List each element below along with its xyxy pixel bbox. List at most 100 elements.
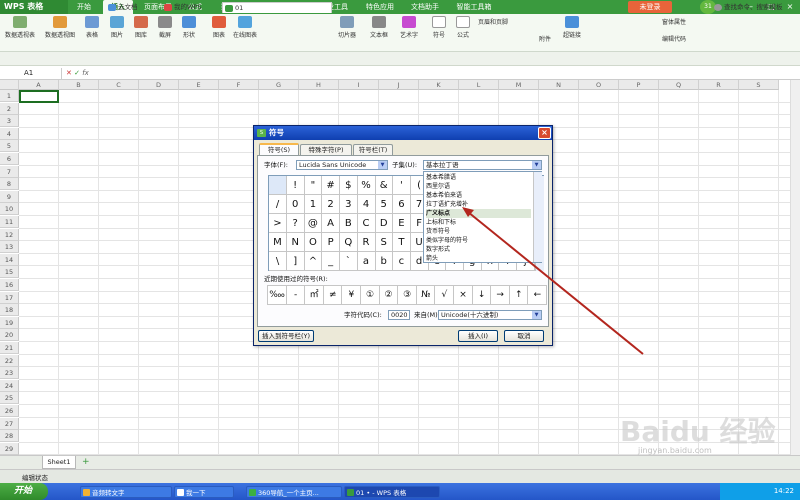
edit-code-button[interactable]: 编辑代码 xyxy=(656,34,692,46)
sheet-tab[interactable]: Sheet1 xyxy=(42,456,76,469)
tab-doc-assistant[interactable]: 文档助手 xyxy=(405,0,445,14)
dropdown-scrollbar[interactable] xyxy=(533,172,542,262)
column-header[interactable]: H xyxy=(299,80,339,90)
tab-features[interactable]: 特色应用 xyxy=(360,0,400,14)
chart-button[interactable]: 图表 xyxy=(208,16,230,48)
row-header[interactable]: 6 xyxy=(0,153,19,165)
subset-option[interactable]: 上标和下标 xyxy=(426,218,531,227)
symbol-cell[interactable]: c xyxy=(392,252,411,271)
app-menu-button[interactable]: WPS 表格 xyxy=(0,0,68,14)
symbol-cell[interactable]: / xyxy=(269,195,287,214)
char-code-input[interactable]: 0020 xyxy=(388,310,410,320)
pivot-table-button[interactable]: 数据透视表 xyxy=(2,16,38,48)
row-header[interactable]: 28 xyxy=(0,430,19,443)
recent-symbol-cell[interactable]: √ xyxy=(434,285,455,305)
row-header[interactable]: 15 xyxy=(0,266,19,279)
slicer-button[interactable]: 切片器 xyxy=(334,16,360,48)
row-header[interactable]: 12 xyxy=(0,228,19,241)
column-header[interactable]: O xyxy=(579,80,619,90)
column-header[interactable]: K xyxy=(419,80,459,90)
symbol-cell[interactable]: 6 xyxy=(392,195,411,214)
symbol-cell[interactable]: 1 xyxy=(304,195,323,214)
tab-symbol-bar[interactable]: 符号栏(T) xyxy=(353,144,393,155)
font-select[interactable]: Lucida Sans Unicode ▼ xyxy=(296,160,388,170)
symbol-cell[interactable]: \ xyxy=(269,252,287,271)
row-header[interactable]: 22 xyxy=(0,354,19,367)
shape-button[interactable]: 形状 xyxy=(178,16,200,48)
row-header[interactable]: 10 xyxy=(0,203,19,216)
column-header[interactable]: B xyxy=(59,80,99,90)
column-header[interactable]: A xyxy=(19,80,59,90)
symbol-cell[interactable]: ! xyxy=(286,176,305,195)
picture-button[interactable]: 图片 xyxy=(106,16,128,48)
symbol-cell[interactable]: E xyxy=(392,214,411,233)
subset-option[interactable]: 货币符号 xyxy=(426,227,531,236)
column-header[interactable]: S xyxy=(739,80,779,90)
symbol-cell[interactable]: R xyxy=(357,233,376,252)
attachment-button[interactable]: 附件 xyxy=(534,34,556,46)
recent-symbol-cell[interactable]: ‱ xyxy=(267,285,287,305)
tab-special-chars[interactable]: 特殊字符(P) xyxy=(300,144,352,155)
symbol-cell[interactable]: & xyxy=(375,176,394,195)
symbol-cell[interactable]: > xyxy=(269,214,287,233)
search-command-field[interactable]: 查找命令、搜索模板 xyxy=(712,2,800,13)
symbol-cell[interactable]: M xyxy=(269,233,287,252)
row-header[interactable]: 19 xyxy=(0,316,19,329)
row-header[interactable]: 1 xyxy=(0,90,19,102)
cancel-button[interactable]: 取消 xyxy=(504,330,544,342)
column-header[interactable]: J xyxy=(379,80,419,90)
wordart-button[interactable]: 艺术字 xyxy=(396,16,422,48)
column-header[interactable]: M xyxy=(499,80,539,90)
add-sheet-button[interactable]: + xyxy=(82,457,90,467)
row-header[interactable]: 23 xyxy=(0,367,19,380)
clock[interactable]: 14:22 xyxy=(774,487,794,495)
recent-symbol-cell[interactable]: ③ xyxy=(397,285,418,305)
symbol-cell[interactable]: C xyxy=(357,214,376,233)
recent-symbol-cell[interactable]: ① xyxy=(360,285,380,305)
recent-symbol-cell[interactable]: ↑ xyxy=(508,285,529,305)
screenshot-button[interactable]: 截屏 xyxy=(154,16,176,48)
row-header[interactable]: 21 xyxy=(0,342,19,354)
subset-option[interactable]: 数字形式 xyxy=(426,245,531,254)
row-header[interactable]: 29 xyxy=(0,442,19,455)
column-header[interactable]: F xyxy=(219,80,259,90)
tab-start[interactable]: 开始 xyxy=(70,0,98,14)
row-header[interactable]: 4 xyxy=(0,127,19,140)
row-header[interactable]: 2 xyxy=(0,102,19,115)
row-header[interactable]: 3 xyxy=(0,115,19,128)
subset-option[interactable]: 基本希腊语 xyxy=(426,173,531,182)
chevron-down-icon[interactable]: ▼ xyxy=(532,311,541,319)
table-button[interactable]: 表格 xyxy=(82,16,102,48)
recent-symbol-cell[interactable]: ¥ xyxy=(341,285,362,305)
symbol-cell[interactable]: @ xyxy=(304,214,323,233)
row-header[interactable]: 8 xyxy=(0,178,19,191)
column-header[interactable]: I xyxy=(339,80,379,90)
tab-smart-tools[interactable]: 智能工具箱 xyxy=(450,0,498,14)
column-header[interactable]: C xyxy=(99,80,139,90)
row-header[interactable]: 9 xyxy=(0,190,19,203)
chevron-down-icon[interactable]: ▼ xyxy=(378,161,387,169)
symbol-cell[interactable]: T xyxy=(392,233,411,252)
symbol-cell[interactable]: ` xyxy=(339,252,358,271)
row-header[interactable]: 26 xyxy=(0,405,19,417)
symbol-cell[interactable]: N xyxy=(286,233,305,252)
symbol-cell[interactable]: # xyxy=(322,176,341,195)
symbol-cell[interactable]: $ xyxy=(339,176,358,195)
row-header[interactable]: 7 xyxy=(0,165,19,178)
taskbar-audio-app[interactable]: 音频转文字 xyxy=(80,486,172,498)
recent-symbol-cell[interactable]: № xyxy=(415,285,436,305)
row-header[interactable]: 27 xyxy=(0,417,19,430)
login-button[interactable]: 未登录 xyxy=(628,1,672,13)
symbol-cell[interactable]: D xyxy=(375,214,394,233)
symbol-cell[interactable]: _ xyxy=(322,252,341,271)
subset-option-selected[interactable]: 广义标点 xyxy=(426,209,531,218)
symbol-cell[interactable]: " xyxy=(304,176,323,195)
row-header[interactable]: 13 xyxy=(0,241,19,254)
from-select[interactable]: Unicode(十六进制) ▼ xyxy=(438,310,542,320)
symbol-cell[interactable]: P xyxy=(322,233,341,252)
symbol-cell[interactable]: A xyxy=(322,214,341,233)
symbol-cell[interactable]: Q xyxy=(339,233,358,252)
insert-to-symbol-bar-button[interactable]: 插入到符号栏(Y) xyxy=(258,330,314,342)
symbol-cell[interactable]: O xyxy=(304,233,323,252)
subset-option[interactable]: 箭头 xyxy=(426,254,531,263)
